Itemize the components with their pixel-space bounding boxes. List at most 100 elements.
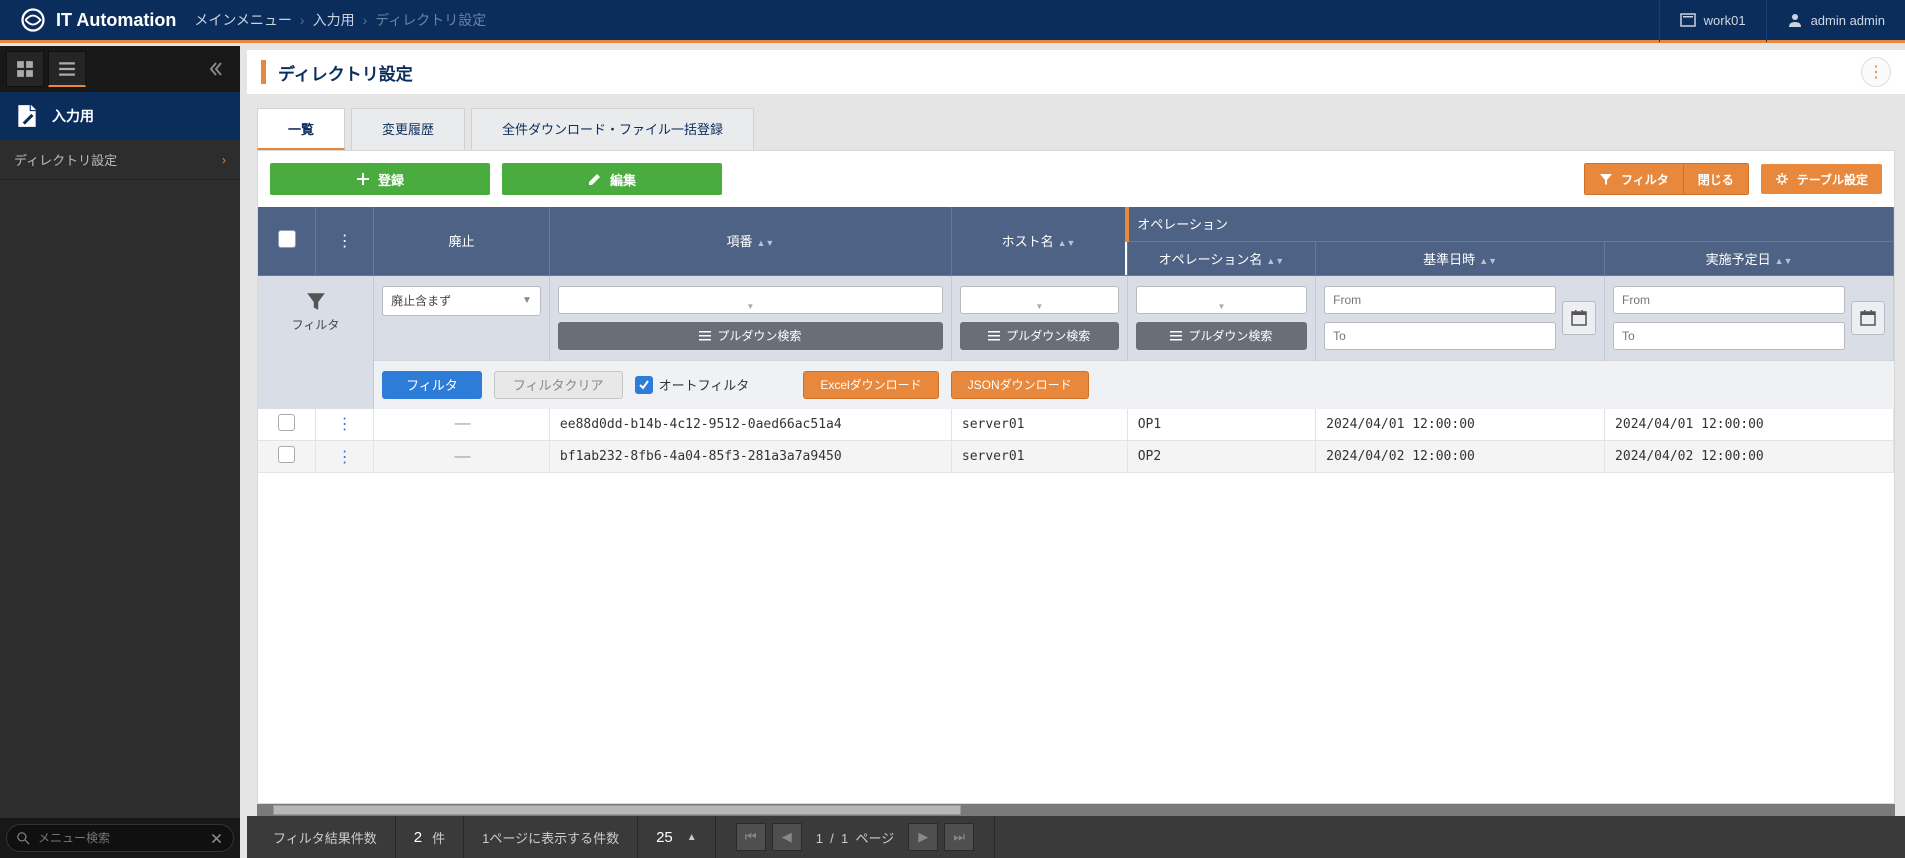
json-download-button[interactable]: JSONダウンロード	[951, 371, 1089, 399]
col-ref-date[interactable]: 基準日時▲▼	[1316, 241, 1605, 275]
col-exec-date[interactable]: 実施予定日▲▼	[1605, 241, 1894, 275]
cell-op: OP2	[1127, 441, 1315, 473]
per-page-segment[interactable]: 1ページに表示する件数	[464, 816, 638, 858]
kouban-pulldown-search[interactable]: プルダウン検索	[558, 322, 943, 350]
sidebar-collapse-button[interactable]	[198, 51, 234, 87]
gear-icon	[1775, 172, 1789, 186]
page-menu-button[interactable]: ⋮	[1861, 57, 1891, 87]
haishi-dash: —	[454, 415, 468, 432]
sidebar-group-input[interactable]: 入力用	[0, 92, 240, 140]
close-button[interactable]: 閉じる	[1684, 164, 1748, 194]
haishi-select[interactable]: 廃止含まず ▼	[382, 286, 541, 316]
select-all-checkbox[interactable]	[278, 230, 296, 248]
user-menu[interactable]: admin admin	[1766, 0, 1905, 42]
opname-filter-input[interactable]	[1136, 286, 1307, 314]
result-count-value-segment: 2 件	[396, 816, 464, 858]
col-kouban[interactable]: 項番▲▼	[549, 207, 951, 275]
table-settings-label: テーブル設定	[1797, 171, 1868, 188]
table-row: ⋮ — ee88d0dd-b14b-4c12-9512-0aed66ac51a4…	[258, 409, 1894, 441]
execdate-from-input[interactable]	[1613, 286, 1845, 314]
logo[interactable]: IT Automation	[0, 5, 194, 35]
list-icon	[1170, 330, 1182, 342]
plus-icon	[356, 172, 370, 186]
filter-label: フィルタ	[1621, 171, 1669, 188]
execdate-to-input[interactable]	[1613, 322, 1845, 350]
sort-icon: ▲▼	[756, 238, 774, 248]
row-menu-header: ⋮	[316, 207, 374, 275]
col-operation-name[interactable]: オペレーション名▲▼	[1127, 241, 1315, 275]
row-checkbox[interactable]	[278, 414, 295, 431]
filter-toggle-button[interactable]: フィルタ	[1585, 164, 1683, 194]
list-view-toggle[interactable]	[48, 51, 86, 87]
refdate-to-input[interactable]	[1324, 322, 1556, 350]
chevron-right-icon: ›	[300, 12, 305, 28]
cell-exec: 2024/04/01 12:00:00	[1605, 409, 1894, 441]
list-icon	[58, 60, 76, 78]
result-count: 2	[414, 829, 422, 846]
tab-history[interactable]: 変更履歴	[351, 108, 465, 150]
per-page-value-segment[interactable]: 25 ▲	[638, 816, 716, 858]
list-icon	[699, 330, 711, 342]
auto-filter-toggle[interactable]: オートフィルタ	[635, 375, 750, 394]
scrollbar-thumb[interactable]	[273, 805, 961, 815]
filter-actions-row: フィルタ フィルタクリア オートフィルタ Excelダウンロード JSONダウン…	[258, 360, 1894, 409]
kouban-filter-input[interactable]	[558, 286, 943, 314]
data-table: ⋮ 廃止 項番▲▼ ホスト名▲▼ オペレーション オペレーション名▲▼ 基準日時…	[258, 207, 1894, 473]
row-menu-button[interactable]: ⋮	[337, 416, 353, 433]
workspace-label: work01	[1704, 13, 1746, 28]
grid-view-toggle[interactable]	[6, 51, 44, 87]
breadcrumb-item[interactable]: メインメニュー	[194, 10, 292, 30]
filter-close-group: フィルタ 閉じる	[1584, 163, 1749, 195]
page-next-button[interactable]: ▶	[908, 823, 938, 851]
col-group-operation: オペレーション	[1127, 207, 1893, 241]
cell-kouban: bf1ab232-8fb6-4a04-85f3-281a3a7a9450	[549, 441, 951, 473]
close-icon[interactable]	[210, 832, 223, 845]
chevron-double-left-icon	[208, 61, 224, 77]
table-scroll[interactable]: ⋮ 廃止 項番▲▼ ホスト名▲▼ オペレーション オペレーション名▲▼ 基準日時…	[258, 207, 1894, 803]
page-last-button[interactable]: ⏭	[944, 823, 974, 851]
sidebar-toggles	[0, 46, 240, 92]
toolbar: 登録 編集 フィルタ 閉じる テーブル設定	[258, 151, 1894, 207]
execdate-calendar-button[interactable]	[1851, 301, 1885, 335]
page-prev-button[interactable]: ◀	[772, 823, 802, 851]
tabs: 一覧 変更履歴 全件ダウンロード・ファイル一括登録	[247, 94, 1905, 150]
calendar-icon	[1859, 309, 1877, 327]
horizontal-scrollbar[interactable]	[257, 804, 1895, 816]
table-settings-button[interactable]: テーブル設定	[1761, 164, 1882, 194]
excel-download-button[interactable]: Excelダウンロード	[803, 371, 938, 399]
cell-kouban: ee88d0dd-b14b-4c12-9512-0aed66ac51a4	[549, 409, 951, 441]
clear-filter-button[interactable]: フィルタクリア	[494, 371, 623, 399]
tab-panel: 登録 編集 フィルタ 閉じる テーブル設定	[257, 150, 1895, 804]
refdate-from-input[interactable]	[1324, 286, 1556, 314]
register-button[interactable]: 登録	[270, 163, 490, 195]
refdate-calendar-button[interactable]	[1562, 301, 1596, 335]
apply-filter-button[interactable]: フィルタ	[382, 371, 482, 399]
sort-icon: ▲▼	[1479, 256, 1497, 266]
opname-pulldown-search[interactable]: プルダウン検索	[1136, 322, 1307, 350]
hostname-filter-input[interactable]	[960, 286, 1119, 314]
hostname-pulldown-search[interactable]: プルダウン検索	[960, 322, 1119, 350]
row-menu-button[interactable]: ⋮	[337, 449, 353, 466]
col-haishi[interactable]: 廃止	[374, 207, 550, 275]
breadcrumb-item[interactable]: 入力用	[313, 10, 355, 30]
page-title-bar: ディレクトリ設定 ⋮	[247, 50, 1905, 94]
workspace-selector[interactable]: work01	[1659, 0, 1766, 42]
sidebar-item-directory-settings[interactable]: ディレクトリ設定 ›	[0, 140, 240, 180]
sidebar-search-input[interactable]	[38, 831, 202, 845]
caret-up-icon: ▲	[687, 832, 697, 843]
tab-bulk[interactable]: 全件ダウンロード・ファイル一括登録	[471, 108, 754, 150]
filter-hostname: ▼ プルダウン検索	[951, 275, 1127, 360]
vertical-dots-icon[interactable]: ⋮	[337, 233, 353, 250]
cell-ref: 2024/04/02 12:00:00	[1316, 441, 1605, 473]
product-name: IT Automation	[56, 10, 176, 31]
app-header: IT Automation メインメニュー › 入力用 › ディレクトリ設定 w…	[0, 0, 1905, 43]
page-indicator: 1 / 1 ページ	[806, 828, 905, 847]
col-hostname[interactable]: ホスト名▲▼	[951, 207, 1127, 275]
row-checkbox[interactable]	[278, 446, 295, 463]
page-first-button[interactable]: ⏮	[736, 823, 766, 851]
per-page-value: 25	[656, 829, 673, 846]
edit-button[interactable]: 編集	[502, 163, 722, 195]
edit-icon	[588, 172, 602, 186]
tab-list[interactable]: 一覧	[257, 108, 345, 150]
sort-icon: ▲▼	[1266, 256, 1284, 266]
